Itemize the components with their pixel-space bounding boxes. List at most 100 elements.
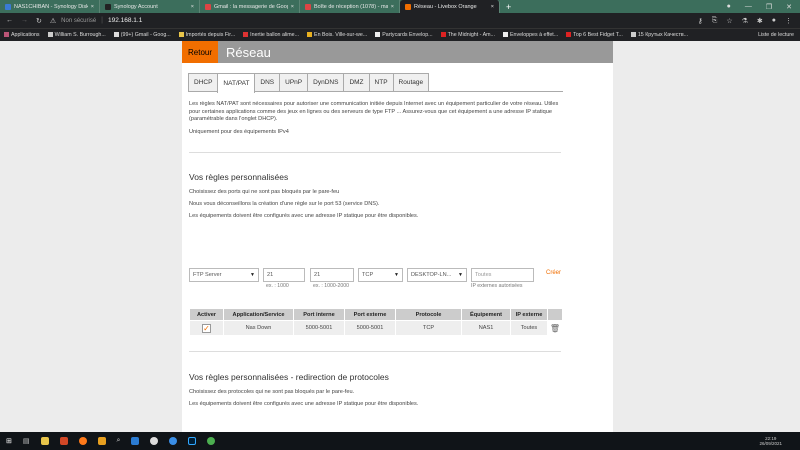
minimize-icon[interactable]: — xyxy=(745,3,752,10)
extension-icon[interactable]: ⚗ xyxy=(742,17,748,25)
bookmark[interactable]: (99+) Gmail - Goog... xyxy=(113,32,171,38)
back-icon[interactable]: ← xyxy=(6,17,13,24)
column-header: Port externe xyxy=(345,309,395,320)
reload-icon[interactable]: ↻ xyxy=(36,17,42,25)
device-select[interactable]: DESKTOP-LN... ▼ xyxy=(407,268,467,282)
tab-upnp[interactable]: UPnP xyxy=(279,73,309,91)
back-button[interactable]: Retour xyxy=(182,41,219,63)
app-icon[interactable] xyxy=(97,437,106,445)
tab-dmz[interactable]: DMZ xyxy=(343,73,370,91)
section-text: Nous vous déconseillons la création d'un… xyxy=(189,201,380,207)
maximize-icon[interactable]: ❐ xyxy=(766,3,772,11)
url-bar[interactable]: ⚠ Non sécurisé | 192.168.1.1 xyxy=(50,17,142,25)
browser-tab-active[interactable]: Réseau - Livebox Orange × xyxy=(400,0,500,13)
bookmark[interactable]: En Bois. Ville-sur-we... xyxy=(307,32,367,38)
folder-icon xyxy=(178,32,184,38)
external-port-input[interactable]: 21 xyxy=(310,268,354,282)
tab-favicon-icon xyxy=(105,3,111,10)
tab-dns[interactable]: DNS xyxy=(254,73,281,91)
bookmark[interactable]: Inertie ballon alime... xyxy=(243,32,299,38)
tab-favicon-icon xyxy=(5,3,11,10)
protocol-select[interactable]: TCP ▼ xyxy=(358,268,403,282)
new-tab-button[interactable]: + xyxy=(500,0,517,13)
avatar[interactable]: ● xyxy=(772,17,776,25)
translate-icon[interactable]: ⎘ xyxy=(712,17,718,25)
windows-start-icon[interactable]: ⊞ xyxy=(6,437,12,445)
photoshop-icon[interactable] xyxy=(188,437,197,445)
powerpoint-icon[interactable] xyxy=(59,437,68,445)
reading-list[interactable]: Liste de lecture xyxy=(758,32,800,38)
app-icon[interactable] xyxy=(169,437,178,445)
star-icon[interactable]: ☆ xyxy=(726,17,732,25)
youtube-icon xyxy=(440,32,446,38)
tab-ntp[interactable]: NTP xyxy=(368,73,394,91)
page-title: Réseau xyxy=(226,44,271,60)
bookmark[interactable]: The Midnight - Am... xyxy=(440,32,495,38)
section-text: Choisissez des ports qui ne sont pas blo… xyxy=(189,189,340,195)
tab-dhcp[interactable]: DHCP xyxy=(188,73,219,91)
key-icon[interactable]: ⚷ xyxy=(698,17,703,25)
app-icon[interactable] xyxy=(150,437,159,445)
tab-nat-pat[interactable]: NAT/PAT xyxy=(217,73,256,93)
section-heading: Vos règles personnalisées xyxy=(189,172,289,182)
external-ip-hint: IP externes autorisées xyxy=(471,283,523,289)
file-explorer-icon[interactable] xyxy=(40,437,49,445)
cell-device: NAS1 xyxy=(462,321,510,335)
close-icon[interactable]: × xyxy=(491,4,494,10)
section-text: Les équipements doivent être configurés … xyxy=(189,213,419,219)
task-view-icon[interactable]: ▤ xyxy=(23,437,30,445)
bookmark[interactable]: Enveloppes à effet... xyxy=(502,32,558,38)
browser-tab[interactable]: Gmail : la messagerie de Google × xyxy=(200,0,300,13)
external-ip-input[interactable]: Toutes xyxy=(471,268,534,282)
close-window-icon[interactable]: ✕ xyxy=(786,3,792,11)
forward-icon[interactable]: → xyxy=(21,17,28,24)
warning-icon: ⚠ xyxy=(49,17,57,25)
column-header: Application/Service xyxy=(224,309,293,320)
bookmark[interactable]: Applications xyxy=(4,32,40,38)
chevron-down-icon: ▼ xyxy=(250,272,255,278)
address-bar-row: ← → ↻ ⚠ Non sécurisé | 192.168.1.1 ⚷ ⎘ ☆ ⚗ ✱ ● ⋮ xyxy=(0,13,800,28)
apps-icon xyxy=(4,32,9,38)
browser-tab-strip: NAS1CHIBAN - Synology DiskSt...× Synolog… xyxy=(0,0,800,13)
section-heading: Vos règles personnalisées - redirection … xyxy=(189,372,389,382)
bookmark-icon xyxy=(630,32,636,38)
tab-favicon-icon xyxy=(405,3,411,10)
bookmark[interactable]: 15 Крутых Качеств... xyxy=(630,32,688,38)
internal-port-input[interactable]: 21 xyxy=(263,268,305,282)
browser-tab[interactable]: NAS1CHIBAN - Synology DiskSt...× xyxy=(0,0,100,13)
chevron-down-icon: ▼ xyxy=(394,272,399,278)
tab-dyndns[interactable]: DynDNS xyxy=(307,73,345,91)
column-header: Équipement xyxy=(462,309,510,320)
browser-tab[interactable]: Boîte de réception (1078) - mar... × xyxy=(300,0,400,13)
divider xyxy=(189,152,561,153)
word-icon[interactable] xyxy=(131,437,140,445)
profile-icon[interactable]: ● xyxy=(727,3,731,10)
bookmark[interactable]: William S. Burrough... xyxy=(47,32,106,38)
browser-tab[interactable]: Synology Account × xyxy=(100,0,200,13)
bookmark[interactable]: Top 6 Best Fidget T... xyxy=(566,32,623,38)
page-header: Retour Réseau xyxy=(182,41,613,63)
divider xyxy=(189,351,561,352)
section-text: Choisissez des protocoles qui ne sont pa… xyxy=(189,389,355,395)
create-button[interactable]: Créer xyxy=(546,270,561,276)
cell-internal-port: 5000-5001 xyxy=(294,321,344,335)
bookmark[interactable]: Importés depuis Fir... xyxy=(178,32,235,38)
service-select[interactable]: FTP Server ▼ xyxy=(189,268,259,282)
clock[interactable]: 22:19 26/09/2021 xyxy=(759,436,800,446)
tab-routage[interactable]: Routage xyxy=(392,73,430,91)
bookmark-icon xyxy=(47,32,53,38)
trash-icon[interactable]: 🗑 xyxy=(548,321,562,335)
close-icon[interactable]: × xyxy=(191,4,194,10)
menu-icon[interactable]: ⋮ xyxy=(785,17,792,25)
search-icon[interactable]: ⌕ xyxy=(117,437,121,445)
activate-checkbox[interactable]: ✓ xyxy=(202,323,211,333)
firefox-icon[interactable] xyxy=(78,437,87,445)
cell-external-port: 5000-5001 xyxy=(345,321,395,335)
bookmark[interactable]: Partycards Envelop... xyxy=(375,32,433,38)
close-icon[interactable]: × xyxy=(91,4,94,10)
chrome-icon[interactable] xyxy=(207,437,216,445)
bookmark-icon xyxy=(243,32,249,38)
extensions-puzzle-icon[interactable]: ✱ xyxy=(757,17,763,25)
close-icon[interactable]: × xyxy=(291,4,294,10)
close-icon[interactable]: × xyxy=(391,4,394,10)
